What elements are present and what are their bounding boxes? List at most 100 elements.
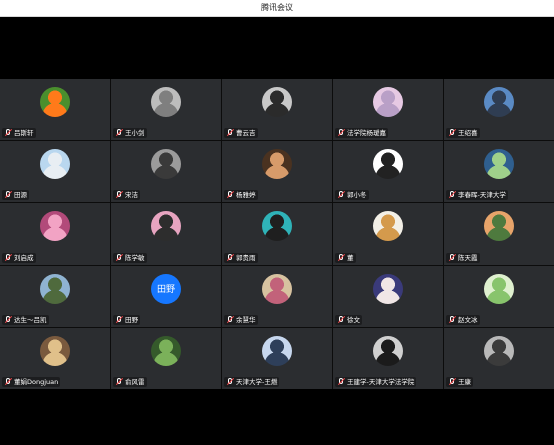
avatar-initials: 田野	[156, 285, 175, 296]
participant-nameplate: 徐文	[335, 314, 362, 325]
participant-tile[interactable]: 杨雅婷	[222, 141, 332, 203]
participant-name: 郭贵雨	[236, 253, 256, 262]
mic-muted-icon	[4, 191, 13, 199]
man-standing-avatar	[484, 335, 514, 366]
participant-tile[interactable]: 赵文冰	[444, 265, 554, 327]
participant-tile[interactable]: 曹云吉	[222, 79, 332, 141]
anime-girl-avatar	[373, 211, 403, 242]
participant-tile[interactable]: 董娟Dongjuan	[0, 327, 110, 389]
participant-nameplate: 天津大学-王燃	[224, 377, 280, 387]
participant-nameplate: 吕斯轩	[2, 128, 36, 139]
mic-muted-icon	[115, 129, 124, 137]
mic-muted-icon	[4, 377, 13, 386]
mic-muted-icon	[448, 377, 457, 386]
mic-muted-icon	[4, 129, 13, 137]
mic-muted-icon	[115, 377, 124, 386]
participant-nameplate: 法学院杨瑷嘉	[335, 128, 388, 139]
mic-muted-icon	[115, 253, 124, 262]
participant-nameplate: 曹云吉	[224, 128, 258, 139]
mic-muted-icon	[448, 253, 457, 262]
mic-muted-icon	[226, 129, 235, 137]
participant-tile[interactable]: 俞风雷	[111, 327, 221, 389]
participant-tile[interactable]: 余慧华	[222, 265, 332, 327]
mic-muted-icon	[115, 191, 124, 199]
bottom-area	[0, 389, 554, 445]
mic-muted-icon	[226, 315, 235, 324]
participant-tile[interactable]: 法学院杨瑷嘉	[333, 79, 443, 141]
group-photo-avatar	[40, 335, 70, 366]
anime-character-avatar	[373, 273, 403, 304]
participant-nameplate: 杨雅婷	[224, 190, 258, 201]
participant-tile[interactable]: 李春晖-天津大学	[444, 141, 554, 203]
mic-muted-icon	[226, 377, 235, 386]
person-outdoor-avatar	[151, 211, 181, 242]
person-photo-avatar	[262, 87, 292, 117]
participant-nameplate: 陈学敏	[113, 252, 147, 263]
mic-muted-icon	[4, 315, 13, 324]
participant-tile[interactable]: 宋洁	[111, 141, 221, 203]
clownfish-avatar	[40, 87, 70, 117]
participant-tile[interactable]: 刘启成	[0, 203, 110, 265]
mic-muted-icon	[4, 253, 13, 262]
tree-photo-avatar	[151, 335, 181, 366]
participant-tile[interactable]: 王建学-天津大学法学院	[333, 327, 443, 389]
participant-tile[interactable]: 王绍喜	[444, 79, 554, 141]
participant-tile[interactable]: 田野 田野	[111, 265, 221, 327]
participant-name: 郭小冬	[347, 191, 367, 200]
participant-name: 王建学-天津大学法学院	[347, 378, 415, 386]
participant-tile[interactable]: 吕斯轩	[0, 79, 110, 141]
flower-avatar	[262, 273, 292, 304]
participant-name: 余慧华	[236, 315, 256, 324]
participant-nameplate: 董娟Dongjuan	[2, 377, 61, 387]
mic-muted-icon	[337, 315, 346, 324]
participant-name: 法学院杨瑷嘉	[347, 129, 386, 138]
participant-name: 天津大学-王燃	[236, 378, 278, 386]
mic-muted-icon	[337, 253, 346, 262]
mic-muted-icon	[337, 129, 346, 137]
participant-nameplate: 陈天霞	[446, 252, 480, 263]
participant-name: 陈学敏	[125, 253, 145, 262]
participant-tile[interactable]: 陈天霞	[444, 203, 554, 265]
city-skyline-avatar	[484, 87, 514, 117]
participant-nameplate: 董	[335, 252, 356, 263]
participant-tile[interactable]: 董	[333, 203, 443, 265]
participant-name: 董	[347, 253, 354, 262]
participant-nameplate: 王康	[446, 377, 473, 387]
participant-nameplate: 达生～吕凯	[2, 314, 49, 325]
participant-name: 王康	[458, 378, 471, 386]
participant-grid: 吕斯轩 王小剑 曹云吉 法学院杨瑷嘉 王绍喜田源 宋洁 杨雅婷 郭小冬 李春晖-天津大学刘启成 陈…	[0, 79, 554, 389]
participant-name: 徐文	[347, 315, 360, 324]
participant-tile[interactable]: 郭小冬	[333, 141, 443, 203]
participant-nameplate: 宋洁	[113, 190, 140, 201]
mic-muted-icon	[115, 315, 124, 324]
mic-muted-icon	[337, 377, 346, 386]
participant-nameplate: 郭贵雨	[224, 252, 258, 263]
window-title: 腾讯会议	[261, 3, 293, 12]
title-bar: 腾讯会议	[0, 0, 554, 17]
sky-landscape-avatar	[40, 149, 70, 180]
man-portrait-avatar	[373, 335, 403, 366]
mountain-landscape-avatar	[40, 273, 70, 304]
participant-nameplate: 赵文冰	[446, 314, 480, 325]
participant-tile[interactable]: 田源	[0, 141, 110, 203]
cartoon-avatar	[373, 149, 403, 180]
participant-tile[interactable]: 达生～吕凯	[0, 265, 110, 327]
participant-tile[interactable]: 郭贵雨	[222, 203, 332, 265]
participant-nameplate: 郭小冬	[335, 190, 369, 201]
participant-nameplate: 余慧华	[224, 314, 258, 325]
mic-muted-icon	[337, 191, 346, 199]
participant-name: 刘启成	[14, 253, 34, 262]
participant-name: 达生～吕凯	[14, 315, 47, 324]
participant-tile[interactable]: 天津大学-王燃	[222, 327, 332, 389]
pink-pattern-avatar	[373, 87, 403, 117]
participant-nameplate: 王建学-天津大学法学院	[335, 377, 417, 387]
participant-tile[interactable]: 陈学敏	[111, 203, 221, 265]
mic-muted-icon	[226, 253, 235, 262]
participant-tile[interactable]: 王小剑	[111, 79, 221, 141]
participant-tile[interactable]: 王康	[444, 327, 554, 389]
participant-nameplate: 田野	[113, 314, 140, 325]
participant-nameplate: 俞风雷	[113, 377, 147, 387]
participant-name: 杨雅婷	[236, 191, 256, 200]
participant-name: 田源	[14, 191, 27, 200]
participant-tile[interactable]: 徐文	[333, 265, 443, 327]
